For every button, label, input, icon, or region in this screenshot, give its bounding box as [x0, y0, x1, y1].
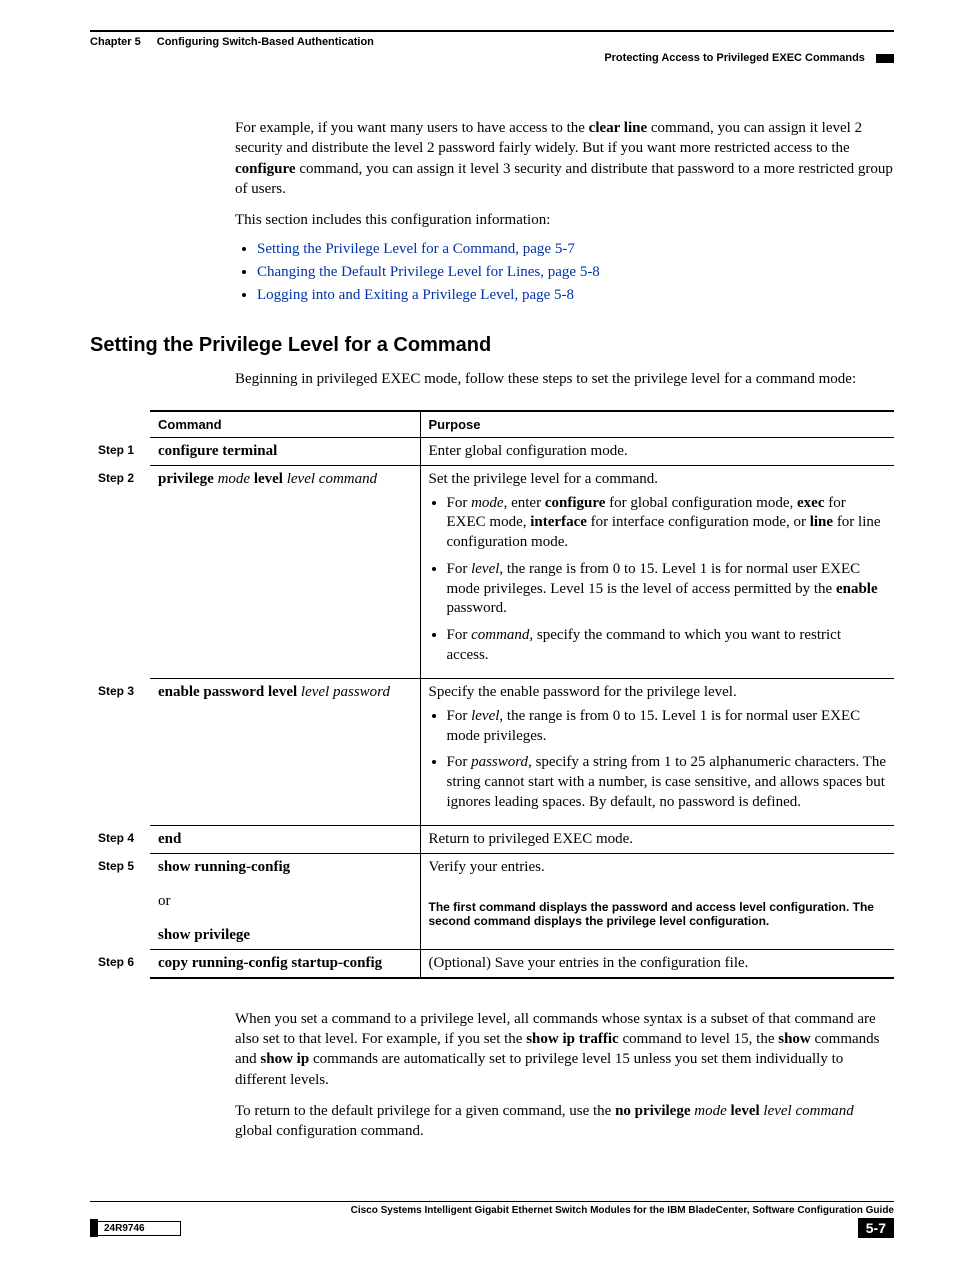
chapter-label: Chapter 5: [90, 36, 141, 48]
command-cell: privilege mode level level command: [150, 465, 420, 678]
th-purpose: Purpose: [420, 411, 894, 438]
purpose-cell: Verify your entries.: [420, 853, 894, 888]
purpose-cell-extra: The first command displays the password …: [420, 888, 894, 945]
section-intro: Beginning in privileged EXEC mode, follo…: [235, 369, 894, 389]
command-cell: enable password level level password: [150, 678, 420, 825]
intro-paragraph-1: For example, if you want many users to h…: [235, 118, 894, 199]
purpose-cell: Return to privileged EXEC mode.: [420, 825, 894, 853]
command-cell: end: [150, 825, 420, 853]
step-label: Step 2: [90, 465, 150, 678]
after-paragraph-1: When you set a command to a privilege le…: [235, 1009, 894, 1090]
table-row: Step 4 end Return to privileged EXEC mod…: [90, 825, 894, 853]
th-command: Command: [150, 411, 420, 438]
link-change-default[interactable]: Changing the Default Privilege Level for…: [257, 264, 600, 280]
step-label: Step 6: [90, 949, 150, 978]
section-heading: Setting the Privilege Level for a Comman…: [90, 334, 894, 357]
purpose-cell: Specify the enable password for the priv…: [420, 678, 894, 825]
purpose-cell: Set the privilege level for a command. F…: [420, 465, 894, 678]
table-row: Step 5 show running-config or show privi…: [90, 853, 894, 888]
command-cell: configure terminal: [150, 437, 420, 465]
toc-list: Setting the Privilege Level for a Comman…: [235, 241, 894, 304]
running-subheader: Protecting Access to Privileged EXEC Com…: [90, 52, 894, 68]
table-row: Step 6 copy running-config startup-confi…: [90, 949, 894, 978]
command-cell: show running-config or show privilege: [150, 853, 420, 949]
step-label: Step 4: [90, 825, 150, 853]
step-label: Step 3: [90, 678, 150, 825]
list-item: For level, the range is from 0 to 15. Le…: [447, 560, 887, 619]
link-set-priv[interactable]: Setting the Privilege Level for a Comman…: [257, 241, 575, 257]
docnum: 24R9746: [98, 1221, 181, 1236]
chapter-title: Configuring Switch-Based Authentication: [157, 36, 374, 48]
list-item: For mode, enter configure for global con…: [447, 494, 887, 553]
purpose-cell: Enter global configuration mode.: [420, 437, 894, 465]
purpose-cell: (Optional) Save your entries in the conf…: [420, 949, 894, 978]
command-cell: copy running-config startup-config: [150, 949, 420, 978]
footer-guide-line: Cisco Systems Intelligent Gigabit Ethern…: [90, 1201, 894, 1216]
footer-row: 24R9746 5-7: [90, 1218, 894, 1238]
list-item: Logging into and Exiting a Privilege Lev…: [257, 287, 894, 304]
running-header: Chapter 5 Configuring Switch-Based Authe…: [90, 30, 894, 48]
list-item: Changing the Default Privilege Level for…: [257, 264, 894, 281]
list-item: For password, specify a string from 1 to…: [447, 753, 887, 812]
link-login-exit[interactable]: Logging into and Exiting a Privilege Lev…: [257, 287, 574, 303]
list-item: Setting the Privilege Level for a Comman…: [257, 241, 894, 258]
intro-paragraph-2: This section includes this configuration…: [235, 210, 894, 230]
list-item: For command, specify the command to whic…: [447, 626, 887, 666]
table-row: Step 2 privilege mode level level comman…: [90, 465, 894, 678]
footer-guide-title: Cisco Systems Intelligent Gigabit Ethern…: [351, 1205, 894, 1216]
step-label: Step 5: [90, 853, 150, 949]
page-number: 5-7: [858, 1218, 894, 1238]
header-bar-icon: [876, 54, 894, 63]
table-row: Step 3 enable password level level passw…: [90, 678, 894, 825]
step-label: Step 1: [90, 437, 150, 465]
list-item: For level, the range is from 0 to 15. Le…: [447, 707, 887, 747]
subheader-title: Protecting Access to Privileged EXEC Com…: [604, 52, 865, 64]
command-table: Command Purpose Step 1 configure termina…: [90, 410, 894, 979]
after-paragraph-2: To return to the default privilege for a…: [235, 1101, 894, 1142]
table-row: Step 1 configure terminal Enter global c…: [90, 437, 894, 465]
